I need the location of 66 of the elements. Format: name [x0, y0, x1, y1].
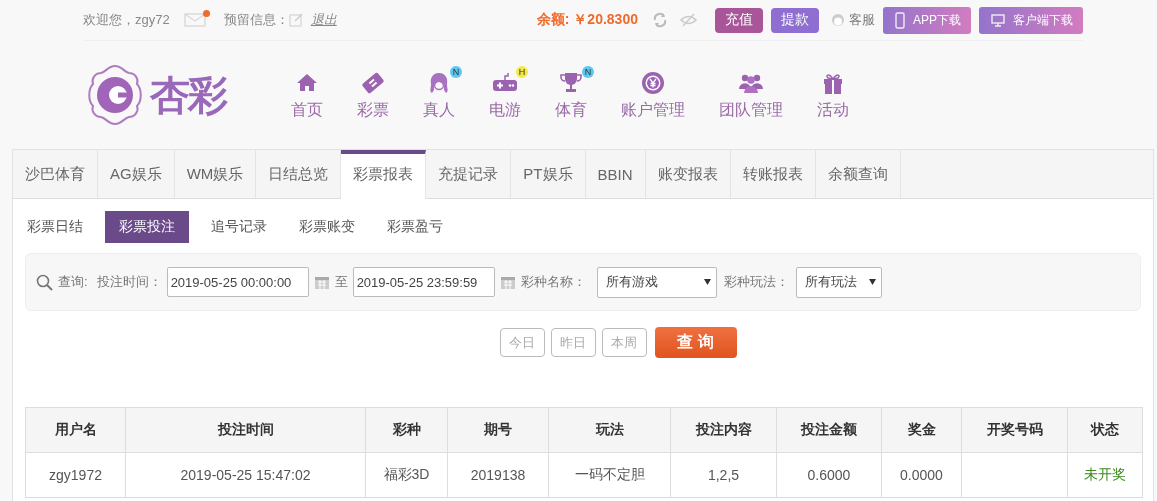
label: 彩种名称：: [520, 273, 586, 291]
end-time-field[interactable]: 2019-05-25 23:59:59: [352, 267, 495, 297]
logout-link[interactable]: 退出: [310, 11, 337, 29]
table-cell: 一码不定胆: [548, 452, 671, 498]
query-button[interactable]: 查 询: [654, 327, 737, 358]
column-header: 期号: [447, 407, 549, 453]
search-icon: [36, 273, 53, 291]
sub-tab[interactable]: 追号记录: [201, 211, 277, 243]
table-cell: 0.0000: [881, 452, 962, 498]
label: 投注时间：: [96, 273, 162, 291]
table-cell: 0.6000: [776, 452, 882, 498]
nav-item[interactable]: 账户管理: [604, 69, 702, 121]
badge: H: [516, 65, 528, 78]
column-header: 玩法: [548, 407, 671, 453]
welcome-text: 欢迎您，zgy72: [83, 11, 170, 29]
column-header: 状态: [1067, 407, 1143, 453]
table-cell: 福彩3D: [365, 452, 448, 498]
caret-icon: [703, 279, 711, 285]
sub-tab[interactable]: 彩票账变: [289, 211, 365, 243]
phone-icon: [895, 11, 905, 29]
nav-item[interactable]: 团队管理: [702, 69, 800, 121]
edit-icon[interactable]: [288, 13, 303, 27]
app-download-button[interactable]: APP下载: [883, 6, 971, 34]
table-cell: 2019138: [447, 452, 549, 498]
start-time-field[interactable]: 2019-05-25 00:00:00: [166, 267, 309, 297]
column-header: 用户名: [25, 407, 126, 453]
badge: N: [450, 65, 462, 78]
avatar-icon: [831, 12, 845, 28]
logo-text: 杏彩: [150, 71, 226, 119]
sub-tab[interactable]: 彩票投注: [105, 211, 189, 243]
withdraw-button[interactable]: 提款: [771, 7, 819, 33]
balance-text: 余额: ￥20.8300: [536, 11, 638, 29]
envelope-drawing: [183, 13, 206, 27]
caret-icon: [868, 279, 876, 285]
customer-service-link[interactable]: 客服: [849, 11, 875, 29]
column-header: 奖金: [881, 407, 962, 453]
calendar-icon[interactable]: [313, 274, 330, 290]
nav-item[interactable]: 活动: [800, 69, 866, 121]
column-header: 开奖号码: [961, 407, 1068, 453]
eye-slash-icon[interactable]: [680, 12, 697, 28]
column-header: 投注内容: [670, 407, 777, 453]
status-text: 未开奖: [1067, 452, 1143, 498]
table-cell: 2019-05-25 15:47:02: [125, 452, 366, 498]
game-select[interactable]: 所有游戏: [596, 266, 717, 298]
yen-coin-icon: [640, 69, 666, 96]
label: 至: [334, 273, 348, 291]
table-cell: 1,2,5: [670, 452, 777, 498]
label: 预留信息：: [223, 11, 289, 29]
deposit-button[interactable]: 充值: [715, 7, 763, 33]
play-select[interactable]: 所有玩法: [795, 266, 882, 298]
badge: N: [582, 65, 594, 78]
client-download-button[interactable]: 客户端下载: [979, 6, 1083, 34]
table-cell: zgy1972: [25, 452, 126, 498]
label: 彩种玩法：: [723, 273, 789, 291]
nav-item[interactable]: 彩票: [340, 69, 406, 121]
sub-tab[interactable]: 彩票盈亏: [377, 211, 453, 243]
calendar-icon[interactable]: [499, 274, 516, 290]
refresh-icon[interactable]: [652, 12, 668, 28]
nav-item[interactable]: 首页: [274, 69, 340, 121]
label: 查询:: [58, 273, 88, 291]
column-header: 投注金额: [776, 407, 882, 453]
monitor-icon: [991, 13, 1005, 27]
report-tab[interactable]: 彩票报表: [341, 150, 427, 199]
sub-tab[interactable]: 彩票日结: [17, 211, 93, 243]
column-header: 彩种: [365, 407, 448, 453]
column-header: 投注时间: [125, 407, 366, 453]
